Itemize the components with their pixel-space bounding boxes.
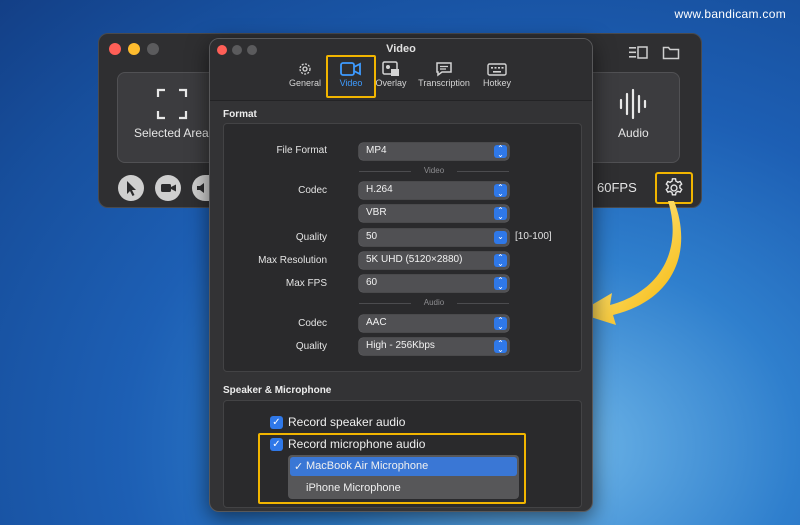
bitrate-mode-value: VBR <box>366 207 387 218</box>
audio-codec-value: AAC <box>366 317 387 328</box>
chat-bubble-icon <box>436 62 452 77</box>
record-mic-checkbox[interactable]: ✓ <box>270 438 283 451</box>
tab-hotkey[interactable]: Hotkey <box>472 61 522 88</box>
max-resolution-label: Max Resolution <box>258 255 327 266</box>
chevron-updown-icon: ⌃ ⌄ <box>494 254 507 268</box>
audio-quality-select[interactable]: High - 256Kbps ⌃ ⌄ <box>359 338 509 355</box>
quality-label: Quality <box>295 232 327 243</box>
fps-label: 60FPS <box>597 180 637 195</box>
bitrate-mode-select[interactable]: VBR ⌃ ⌄ <box>359 205 509 222</box>
video-camera-icon <box>161 184 176 192</box>
tab-bar: Video General Video Overlay Transcriptio… <box>210 39 592 101</box>
keyboard-icon <box>487 63 507 76</box>
selected-area-icon <box>156 88 188 120</box>
max-resolution-value: 5K UHD (5120×2880) <box>366 254 463 265</box>
chevron-updown-icon: ⌃ ⌄ <box>494 340 507 354</box>
codec-label: Codec <box>298 185 327 196</box>
overlay-icon <box>382 61 399 76</box>
audio-codec-label: Codec <box>298 318 327 329</box>
codec-select[interactable]: H.264 ⌃ ⌄ <box>359 182 509 199</box>
gear-icon <box>299 63 311 75</box>
checkmark-icon: ✓ <box>294 461 304 473</box>
audio-quality-value: High - 256Kbps <box>366 340 435 351</box>
zoom-button[interactable] <box>147 43 159 55</box>
close-button[interactable] <box>109 43 121 55</box>
folder-icon[interactable] <box>662 45 680 65</box>
mic-option-iphone[interactable]: iPhone Microphone <box>290 479 517 498</box>
tab-general[interactable]: General <box>280 61 330 88</box>
settings-dialog: Video General Video Overlay Transcriptio… <box>209 38 593 512</box>
record-mic-label: Record microphone audio <box>288 437 426 451</box>
mic-option-macbook[interactable]: ✓ MacBook Air Microphone <box>290 457 517 476</box>
quality-value: 50 <box>366 231 378 242</box>
max-fps-value: 60 <box>366 277 378 288</box>
chevron-updown-icon: ⌃ ⌄ <box>494 207 507 221</box>
minimize-button[interactable] <box>128 43 140 55</box>
watermark: www.bandicam.com <box>674 7 786 21</box>
chevron-updown-icon: ⌃ ⌄ <box>494 145 507 159</box>
cursor-icon <box>127 181 136 196</box>
mic-dropdown-menu: ✓ MacBook Air Microphone iPhone Micropho… <box>288 455 519 499</box>
mic-option-label: MacBook Air Microphone <box>306 460 429 472</box>
chevron-down-icon: ⌄ <box>494 231 507 244</box>
tab-hotkey-label: Hotkey <box>482 78 511 88</box>
mic-option-label: iPhone Microphone <box>306 482 401 494</box>
speaker-icon <box>197 183 204 193</box>
file-format-value: MP4 <box>366 145 387 156</box>
quality-range: [10-100] <box>515 231 552 242</box>
audio-quality-label: Quality <box>295 341 327 352</box>
audio-separator: Audio <box>359 298 509 307</box>
layout-icon[interactable] <box>628 45 648 65</box>
record-speaker-checkbox[interactable]: ✓ <box>270 416 283 429</box>
format-heading: Format <box>223 109 257 120</box>
tab-general-label: General <box>288 78 322 88</box>
file-format-select[interactable]: MP4 ⌃ ⌄ <box>359 143 509 160</box>
tab-overlay-label: Overlay <box>375 78 407 88</box>
video-tab-highlight <box>326 55 376 98</box>
codec-value: H.264 <box>366 184 393 195</box>
chevron-updown-icon: ⌃ ⌄ <box>494 317 507 331</box>
audio-codec-select[interactable]: AAC ⌃ ⌄ <box>359 315 509 332</box>
webcam-button[interactable] <box>155 175 181 201</box>
speaker-button[interactable] <box>192 175 210 201</box>
record-speaker-label: Record speaker audio <box>288 415 406 429</box>
file-format-label: File Format <box>276 145 327 156</box>
video-separator: Video <box>359 166 509 175</box>
max-fps-select[interactable]: 60 ⌃ ⌄ <box>359 275 509 292</box>
max-resolution-select[interactable]: 5K UHD (5120×2880) ⌃ ⌄ <box>359 252 509 269</box>
chevron-updown-icon: ⌃ ⌄ <box>494 184 507 198</box>
format-group: File Format MP4 ⌃ ⌄ Video Codec H.264 ⌃ ⌄ VB… <box>223 123 582 372</box>
speaker-mic-heading: Speaker & Microphone <box>223 385 332 396</box>
cursor-button[interactable] <box>118 175 144 201</box>
tab-transcription-label: Transcription <box>418 78 470 88</box>
dialog-title: Video <box>386 43 416 55</box>
quality-combo[interactable]: 50 ⌄ <box>359 229 509 246</box>
waveform-icon <box>619 88 647 120</box>
max-fps-label: Max FPS <box>285 278 327 289</box>
chevron-updown-icon: ⌃ ⌄ <box>494 277 507 291</box>
tab-transcription[interactable]: Transcription <box>416 61 472 88</box>
